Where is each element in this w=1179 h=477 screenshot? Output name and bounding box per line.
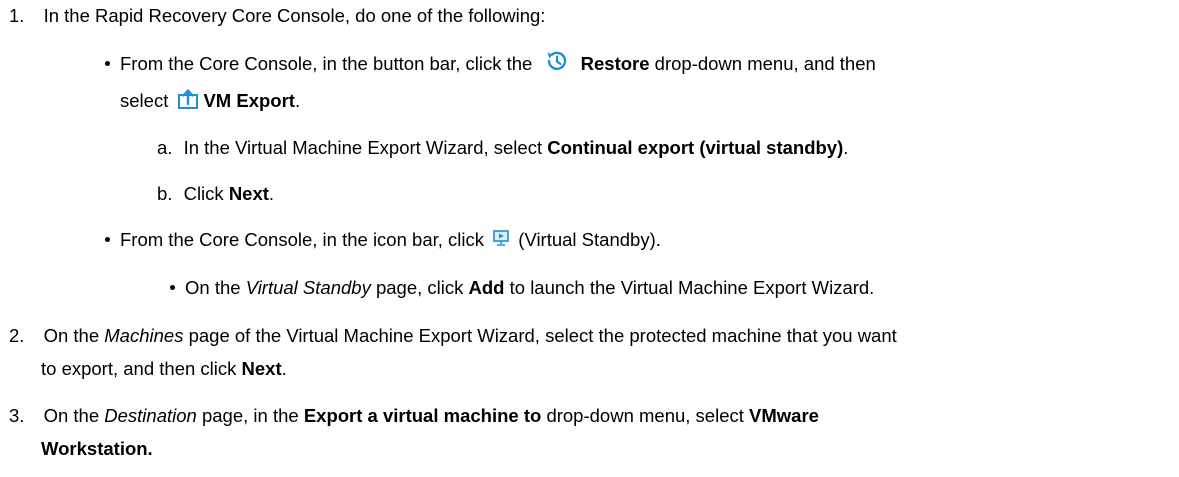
substep-letter: a. xyxy=(157,137,173,158)
step-1: 1. In the Rapid Recovery Core Console, d… xyxy=(9,4,545,28)
step-3: 3. On the Destination page, in the Expor… xyxy=(9,405,819,426)
step-2-cont: to export, and then click Next. xyxy=(41,358,287,379)
substep-b: b. Click Next. xyxy=(157,183,275,204)
vm-export-label: VM Export xyxy=(203,90,295,111)
virtual-standby-icon xyxy=(492,229,510,247)
step-2: 2. On the Machines page of the Virtual M… xyxy=(9,325,897,346)
bullet-dot xyxy=(170,284,175,290)
option-virtual-standby: From the Core Console, in the icon bar, … xyxy=(105,228,661,252)
bullet-dot xyxy=(105,60,110,66)
subbullet-add: On the Virtual Standby page, click Add t… xyxy=(170,276,874,300)
step-number: 2. xyxy=(9,325,25,346)
step-text: In the Rapid Recovery Core Console, do o… xyxy=(43,5,546,26)
restore-label: Restore xyxy=(580,53,650,74)
step-3-cont: Workstation. xyxy=(41,438,153,459)
bullet-dot xyxy=(105,236,110,242)
option-restore-cont: select VM Export. xyxy=(120,88,301,111)
step-number: 1. xyxy=(9,5,25,26)
option-restore: From the Core Console, in the button bar… xyxy=(105,51,876,78)
restore-history-icon xyxy=(544,48,570,74)
substep-letter: b. xyxy=(157,183,173,204)
substep-a: a. In the Virtual Machine Export Wizard,… xyxy=(157,137,849,158)
vm-export-icon xyxy=(177,88,199,110)
step-number: 3. xyxy=(9,405,25,426)
